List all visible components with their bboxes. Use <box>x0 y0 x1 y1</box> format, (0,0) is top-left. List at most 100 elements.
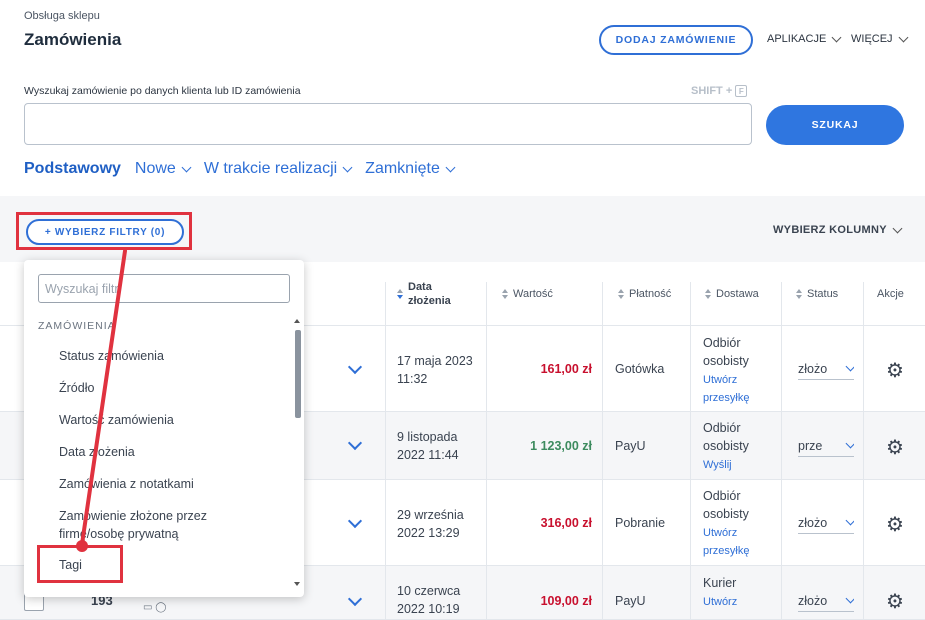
filter-search-input[interactable]: Wyszukaj filtr <box>38 274 290 303</box>
tab-label: Podstawowy <box>24 160 121 177</box>
sort-icon <box>397 288 403 299</box>
column-divider <box>690 282 691 620</box>
order-payment: Pobranie <box>615 516 666 530</box>
column-header-delivery[interactable]: Dostawa <box>705 262 775 326</box>
choose-columns-button[interactable]: WYBIERZ KOLUMNY <box>773 223 903 236</box>
gear-icon[interactable]: ⚙ <box>886 589 904 614</box>
chevron-down-icon <box>831 32 842 42</box>
tab-podstawowy[interactable]: Podstawowy <box>24 160 121 178</box>
view-tabs: Podstawowy Nowe W trakcie realizacji Zam… <box>24 160 456 178</box>
column-divider <box>781 282 782 620</box>
status-value: prze <box>798 438 823 453</box>
filter-item-order-value[interactable]: Wartość zamówienia <box>59 411 259 429</box>
order-value: 1 123,00 zł <box>530 439 592 453</box>
sort-icon <box>705 288 711 299</box>
breadcrumb[interactable]: Obsługa sklepu <box>24 10 100 22</box>
filter-section-heading: ZAMÓWIENIA <box>38 320 116 332</box>
highlight-box <box>16 212 192 250</box>
tab-nowe[interactable]: Nowe <box>134 160 192 178</box>
user-icon: ▭ ◯ <box>143 602 167 613</box>
create-shipment-link[interactable]: Utwórz przesyłkę <box>703 371 763 407</box>
column-header-label: Status <box>807 287 839 300</box>
order-delivery: Odbiór osobisty <box>703 421 749 453</box>
status-select[interactable]: prze <box>798 435 854 457</box>
column-header-value[interactable]: Wartość <box>502 262 582 326</box>
gear-icon[interactable]: ⚙ <box>886 435 904 460</box>
order-delivery: Odbiór osobisty <box>703 489 749 521</box>
order-delivery: Odbiór osobisty <box>703 336 749 368</box>
search-input[interactable] <box>24 103 752 145</box>
order-value: 316,00 zł <box>540 516 592 530</box>
create-shipment-link[interactable]: Utwórz przesyłkę <box>703 524 763 560</box>
filter-item-customer-type[interactable]: Zamówienie złożone przez firmę/osobę pry… <box>59 507 249 543</box>
column-divider <box>385 282 386 620</box>
status-value: złożo <box>798 593 828 608</box>
chevron-down-icon <box>845 438 854 449</box>
apps-menu-label: APLIKACJE <box>767 33 827 45</box>
status-value: złożo <box>798 515 828 530</box>
more-menu-label: WIĘCEJ <box>851 33 893 45</box>
chevron-down-icon <box>445 162 456 172</box>
scroll-down-icon[interactable] <box>294 582 300 586</box>
column-header-label: Dostawa <box>716 287 759 300</box>
column-header-label: Data złożenia <box>408 280 451 307</box>
filter-item-notes[interactable]: Zamówienia z notatkami <box>59 475 259 493</box>
tab-label: Zamknięte <box>365 160 440 177</box>
status-select[interactable]: złożo <box>798 512 854 534</box>
shortcut-key: F <box>735 85 748 97</box>
chevron-down-icon <box>845 515 854 526</box>
column-divider <box>863 282 864 620</box>
highlight-box <box>37 545 123 583</box>
shortcut-prefix: SHIFT + <box>691 85 733 97</box>
order-value: 109,00 zł <box>540 594 592 608</box>
status-value: złożo <box>798 361 828 376</box>
order-payment: PayU <box>615 594 646 608</box>
filter-item-order-date[interactable]: Data złożenia <box>59 443 259 461</box>
chevron-down-icon <box>845 593 854 604</box>
scroll-up-icon[interactable] <box>294 319 300 323</box>
order-date: 29 września 2022 13:29 <box>397 508 464 540</box>
page-title: Zamówienia <box>24 30 122 49</box>
column-divider <box>486 282 487 620</box>
filter-item-source[interactable]: Źródło <box>59 379 259 397</box>
gear-icon[interactable]: ⚙ <box>886 512 904 537</box>
chevron-down-icon <box>892 223 903 233</box>
tab-w-trakcie-realizacji[interactable]: W trakcie realizacji <box>203 160 353 178</box>
column-header-label: Wartość <box>513 287 553 300</box>
create-shipment-link[interactable]: Utwórz <box>703 593 763 611</box>
order-date: 9 listopada 2022 11:44 <box>397 430 459 462</box>
column-divider <box>602 282 603 620</box>
chevron-down-icon <box>845 361 854 372</box>
column-header-payment[interactable]: Płatność <box>618 262 688 326</box>
search-button[interactable]: SZUKAJ <box>766 105 904 145</box>
order-delivery: Kurier <box>703 576 737 590</box>
chevron-down-icon <box>342 162 353 172</box>
choose-columns-label: WYBIERZ KOLUMNY <box>773 224 887 236</box>
chevron-down-icon <box>181 162 192 172</box>
column-header-actions: Akcje <box>877 262 917 326</box>
gear-icon[interactable]: ⚙ <box>886 358 904 383</box>
order-payment: PayU <box>615 439 646 453</box>
column-header-label: Akcje <box>877 287 904 300</box>
column-header-label: Płatność <box>629 287 672 300</box>
sort-icon <box>502 288 508 299</box>
column-header-date[interactable]: Data złożenia <box>397 262 477 326</box>
status-select[interactable]: złożo <box>798 590 854 612</box>
filter-item-status[interactable]: Status zamówienia <box>59 347 259 365</box>
sort-icon <box>796 288 802 299</box>
order-date: 17 maja 2023 11:32 <box>397 354 473 386</box>
column-header-status[interactable]: Status <box>796 262 856 326</box>
order-value: 161,00 zł <box>540 362 592 376</box>
add-order-button[interactable]: DODAJ ZAMÓWIENIE <box>599 25 753 55</box>
tab-label: Nowe <box>134 160 176 177</box>
status-select[interactable]: złożo <box>798 358 854 380</box>
order-payment: Gotówka <box>615 362 665 376</box>
tab-label: W trakcie realizacji <box>203 160 338 177</box>
send-link[interactable]: Wyślij <box>703 456 763 474</box>
scrollbar-thumb[interactable] <box>295 330 301 418</box>
apps-menu[interactable]: APLIKACJE <box>767 32 842 45</box>
search-label: Wyszukaj zamówienie po danych klienta lu… <box>24 85 301 97</box>
more-menu[interactable]: WIĘCEJ <box>851 32 909 45</box>
sort-icon <box>618 288 624 299</box>
tab-zamkniete[interactable]: Zamknięte <box>365 160 456 178</box>
